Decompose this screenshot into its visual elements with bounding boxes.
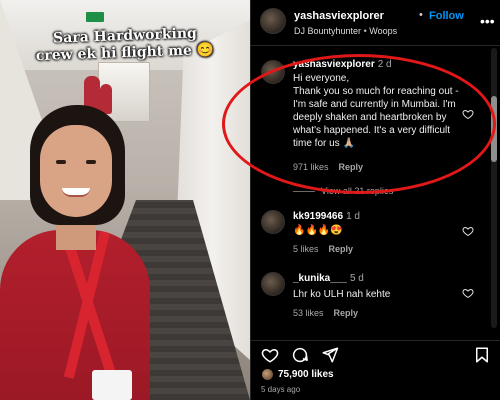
comment-age: 2 d	[377, 59, 392, 70]
crew-member-figure	[100, 84, 112, 114]
comment-meta: 5 likes Reply	[293, 244, 353, 254]
audio-artist: DJ Bountyhunter	[294, 26, 362, 36]
comment-username[interactable]: _kunika___ 5 d	[293, 273, 364, 284]
comment-likes[interactable]: 53 likes	[293, 308, 324, 318]
comment-username[interactable]: kk9199466 1 d	[293, 211, 360, 222]
like-heart-icon[interactable]	[462, 108, 474, 120]
like-heart-icon[interactable]	[261, 346, 279, 364]
separator-dot: •	[363, 26, 367, 36]
comment-text: Lhr ko ULH nah kehte	[293, 289, 391, 300]
commenter-avatar[interactable]	[261, 272, 285, 296]
comment-bubble-icon[interactable]	[291, 346, 309, 364]
comment-username-text: kk9199466	[293, 211, 344, 222]
comments-scrollbar[interactable]	[491, 48, 497, 328]
post-timestamp: 5 days ago	[261, 385, 301, 394]
separator-dot: •	[419, 9, 423, 21]
comment-meta: 971 likes Reply	[293, 162, 363, 172]
comment-text: Hi everyone, Thank you so much for reach…	[293, 73, 459, 149]
post-header: yashasviexplorer • Follow DJ Bountyhunte…	[251, 0, 500, 46]
reply-button[interactable]: Reply	[339, 162, 364, 172]
more-horizontal-icon[interactable]: •••	[480, 13, 495, 29]
comment-username-text: yashasviexplorer	[293, 59, 375, 70]
comment-meta: 53 likes Reply	[293, 308, 358, 318]
reply-button[interactable]: Reply	[334, 308, 359, 318]
exit-sign	[86, 12, 104, 22]
reel-caption-overlay: Sara Hardworking crew ek hi flight me 😊	[0, 25, 250, 64]
follow-button[interactable]: Follow	[429, 10, 464, 22]
comment-likes[interactable]: 5 likes	[293, 244, 319, 254]
person-eye	[86, 160, 96, 164]
person-eye	[56, 160, 66, 164]
view-replies-button[interactable]: View all 21 replies	[293, 186, 393, 196]
comment-text: 🔥🔥🔥😍	[293, 225, 343, 236]
reply-button[interactable]: Reply	[329, 244, 354, 254]
reel-media[interactable]: Sara Hardworking crew ek hi flight me 😊	[0, 0, 250, 400]
liker-avatar	[261, 368, 274, 381]
id-badge	[92, 370, 132, 400]
like-heart-icon[interactable]	[462, 287, 474, 299]
commenter-avatar[interactable]	[261, 210, 285, 234]
like-heart-icon[interactable]	[462, 225, 474, 237]
comment-age: 1 d	[346, 211, 360, 222]
author-avatar[interactable]	[260, 8, 286, 34]
post-side-panel: yashasviexplorer • Follow DJ Bountyhunte…	[250, 0, 500, 400]
view-replies-label: View all 21 replies	[321, 186, 394, 196]
bookmark-icon[interactable]	[473, 346, 491, 364]
commenter-avatar[interactable]	[261, 60, 285, 84]
comment-username-text: _kunika___	[293, 273, 347, 284]
comment-username[interactable]: yashasviexplorer 2 d	[293, 59, 392, 70]
divider-dash	[293, 191, 315, 193]
scrollbar-thumb[interactable]	[491, 96, 497, 162]
likes-count: 75,900 likes	[278, 369, 334, 380]
person-face	[40, 125, 112, 217]
comment-age: 5 d	[349, 273, 364, 284]
post-action-bar	[251, 340, 500, 364]
share-send-icon[interactable]	[321, 346, 339, 364]
comment-likes[interactable]: 971 likes	[293, 162, 329, 172]
audio-title: Woops	[369, 26, 398, 36]
author-username[interactable]: yashasviexplorer	[294, 10, 384, 22]
audio-attribution[interactable]: DJ Bountyhunter • Woops	[294, 26, 397, 36]
